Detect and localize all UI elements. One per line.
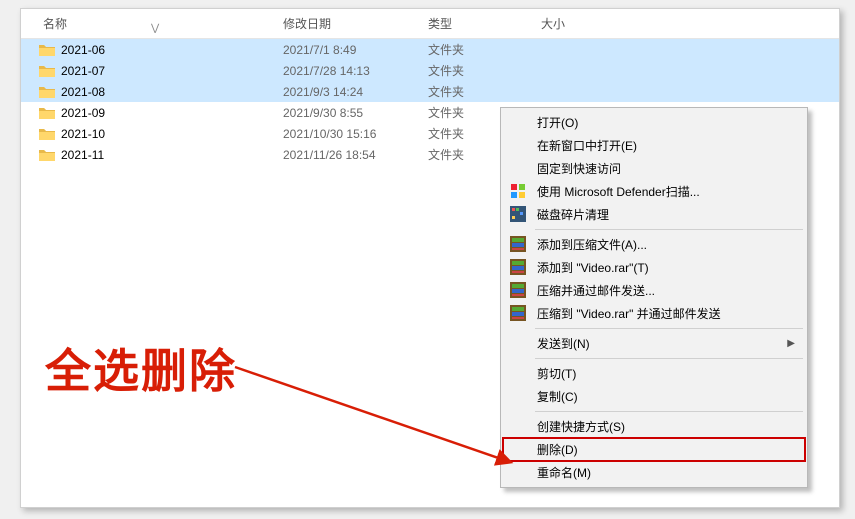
table-row[interactable]: 2021-08 2021/9/3 14:24文件夹 bbox=[21, 81, 839, 102]
menu-delete[interactable]: 删除(D) bbox=[503, 438, 805, 461]
menu-open-new-window[interactable]: 在新窗口中打开(E) bbox=[503, 134, 805, 157]
menu-defender-scan[interactable]: 使用 Microsoft Defender扫描... bbox=[503, 180, 805, 203]
defrag-icon bbox=[510, 206, 526, 222]
file-type: 文件夹 bbox=[428, 83, 541, 100]
folder-icon bbox=[39, 148, 55, 161]
menu-compress-email[interactable]: 压缩并通过邮件发送... bbox=[503, 279, 805, 302]
file-name: 2021-06 bbox=[61, 43, 105, 57]
folder-icon bbox=[39, 85, 55, 98]
file-date: 2021/11/26 18:54 bbox=[283, 148, 428, 162]
folder-icon bbox=[39, 127, 55, 140]
column-header-date[interactable]: 修改日期 bbox=[283, 15, 428, 32]
file-name: 2021-08 bbox=[61, 85, 105, 99]
rar-icon bbox=[510, 305, 526, 321]
file-type: 文件夹 bbox=[428, 62, 541, 79]
file-date: 2021/9/3 14:24 bbox=[283, 85, 428, 99]
folder-icon bbox=[39, 43, 55, 56]
table-row[interactable]: 2021-07 2021/7/28 14:13文件夹 bbox=[21, 60, 839, 81]
annotation-text: 全选删除 bbox=[45, 335, 237, 401]
menu-send-to[interactable]: 发送到(N) ▶ bbox=[503, 332, 805, 355]
menu-cut[interactable]: 剪切(T) bbox=[503, 362, 805, 385]
menu-copy[interactable]: 复制(C) bbox=[503, 385, 805, 408]
file-name: 2021-09 bbox=[61, 106, 105, 120]
file-name: 2021-07 bbox=[61, 64, 105, 78]
table-row[interactable]: 2021-06 2021/7/1 8:49文件夹 bbox=[21, 39, 839, 60]
column-header-name[interactable]: 名称 ⋁ bbox=[21, 15, 283, 32]
menu-compress-video-email[interactable]: 压缩到 "Video.rar" 并通过邮件发送 bbox=[503, 302, 805, 325]
file-date: 2021/10/30 15:16 bbox=[283, 127, 428, 141]
file-type: 文件夹 bbox=[428, 41, 541, 58]
column-header-type[interactable]: 类型 bbox=[428, 15, 541, 32]
column-header-row: 名称 ⋁ 修改日期 类型 大小 bbox=[21, 9, 839, 39]
menu-pin-quick-access[interactable]: 固定到快速访问 bbox=[503, 157, 805, 180]
menu-separator bbox=[535, 229, 803, 230]
column-header-size[interactable]: 大小 bbox=[541, 15, 641, 32]
submenu-arrow-icon: ▶ bbox=[787, 338, 795, 349]
menu-create-shortcut[interactable]: 创建快捷方式(S) bbox=[503, 415, 805, 438]
shield-icon bbox=[510, 183, 526, 199]
context-menu: 打开(O) 在新窗口中打开(E) 固定到快速访问 使用 Microsoft De… bbox=[500, 107, 808, 488]
column-header-name-label: 名称 bbox=[43, 17, 67, 31]
file-date: 2021/7/28 14:13 bbox=[283, 64, 428, 78]
menu-separator bbox=[535, 358, 803, 359]
menu-add-to-archive[interactable]: 添加到压缩文件(A)... bbox=[503, 233, 805, 256]
file-date: 2021/7/1 8:49 bbox=[283, 43, 428, 57]
menu-separator bbox=[535, 411, 803, 412]
rar-icon bbox=[510, 236, 526, 252]
file-name: 2021-11 bbox=[61, 148, 104, 162]
sort-indicator-icon: ⋁ bbox=[151, 23, 159, 34]
folder-icon bbox=[39, 64, 55, 77]
menu-separator bbox=[535, 328, 803, 329]
folder-icon bbox=[39, 106, 55, 119]
menu-defrag[interactable]: 磁盘碎片清理 bbox=[503, 203, 805, 226]
file-date: 2021/9/30 8:55 bbox=[283, 106, 428, 120]
rar-icon bbox=[510, 259, 526, 275]
menu-add-to-video-rar[interactable]: 添加到 "Video.rar"(T) bbox=[503, 256, 805, 279]
rar-icon bbox=[510, 282, 526, 298]
menu-rename[interactable]: 重命名(M) bbox=[503, 461, 805, 484]
file-name: 2021-10 bbox=[61, 127, 105, 141]
menu-open[interactable]: 打开(O) bbox=[503, 111, 805, 134]
